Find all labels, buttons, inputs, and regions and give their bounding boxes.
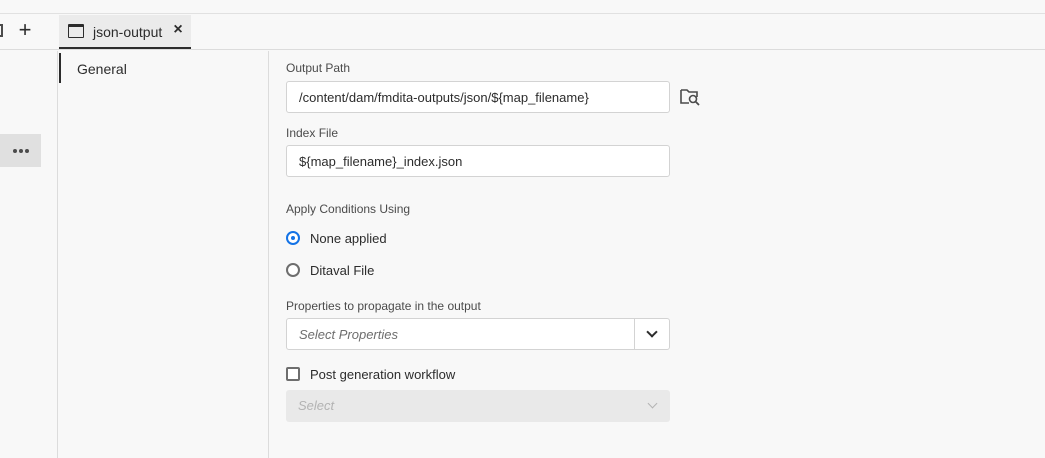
chevron-down-icon (646, 326, 658, 338)
properties-label: Properties to propagate in the output (286, 299, 481, 313)
more-icon (12, 148, 17, 153)
close-icon[interactable]: × (170, 22, 186, 38)
properties-dropdown-button[interactable] (634, 319, 669, 349)
plus-icon: + (18, 17, 32, 42)
tab-json-output[interactable]: json-output × (59, 15, 191, 49)
more-actions-button[interactable] (0, 134, 41, 167)
picker-placeholder: Select Properties (299, 327, 398, 342)
new-tab-button[interactable]: + (14, 19, 36, 41)
index-file-input[interactable] (286, 145, 670, 177)
folder-search-icon[interactable] (680, 88, 700, 106)
properties-picker[interactable]: Select Properties (286, 318, 670, 350)
radio-button[interactable] (286, 263, 300, 277)
index-file-label: Index File (286, 126, 339, 140)
sidenav-item-label: General (77, 61, 127, 77)
radio-ditaval-file[interactable]: Ditaval File (286, 260, 374, 280)
settings-form: Output Path Index File Apply Conditions … (270, 51, 1045, 458)
side-nav: General (59, 51, 269, 458)
tab-label: json-output (93, 24, 163, 40)
post-generation-checkbox-row[interactable]: Post generation workflow (286, 365, 455, 383)
panel-edge-icon[interactable] (0, 24, 3, 37)
top-strip (0, 0, 1045, 14)
workflow-select: Select (286, 390, 670, 422)
select-placeholder: Select (298, 398, 335, 413)
post-generation-checkbox[interactable] (286, 367, 300, 381)
radio-label: None applied (310, 230, 387, 246)
sidenav-item-general[interactable]: General (59, 53, 269, 83)
output-path-label: Output Path (286, 61, 351, 75)
left-rail (0, 51, 58, 458)
chevron-down-icon (647, 398, 658, 409)
window-icon (68, 24, 84, 38)
radio-button[interactable] (286, 231, 300, 245)
output-path-input[interactable] (286, 81, 670, 113)
conditions-label: Apply Conditions Using (286, 202, 411, 216)
checkbox-label: Post generation workflow (310, 366, 456, 382)
radio-none-applied[interactable]: None applied (286, 228, 387, 248)
radio-label: Ditaval File (310, 262, 375, 278)
